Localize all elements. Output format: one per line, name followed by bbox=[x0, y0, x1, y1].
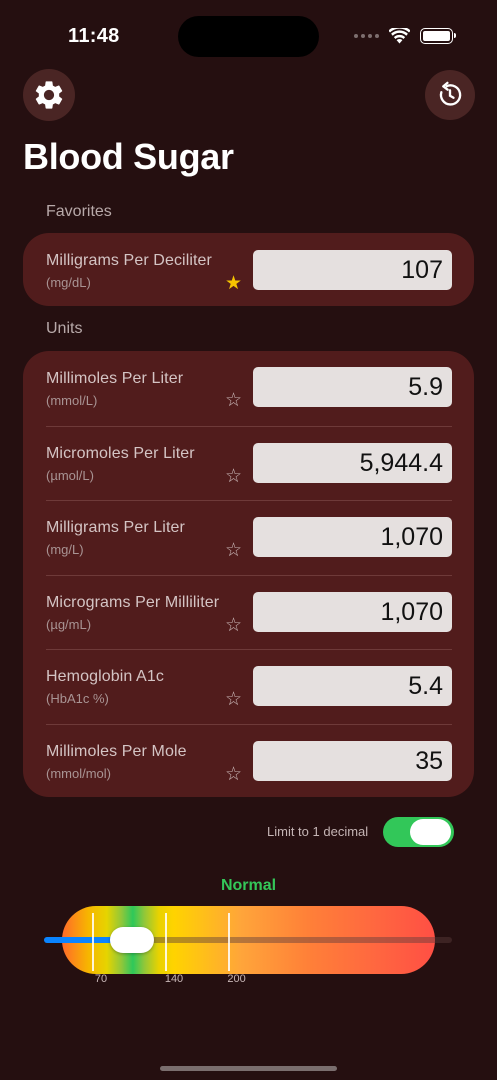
marker-line-140 bbox=[165, 913, 167, 971]
unit-row-mmol-l: Millimoles Per Liter (mmol/L) ☆ 5.9 bbox=[23, 351, 474, 426]
slider-thumb[interactable] bbox=[109, 927, 154, 953]
unit-abbreviation: (µmol/L) bbox=[46, 467, 94, 483]
unit-row-mg-dl: Milligrams Per Deciliter (mg/dL) ★ 107 bbox=[23, 233, 474, 308]
glucose-status-text: Normal bbox=[220, 877, 277, 894]
marker-line-200 bbox=[227, 913, 230, 971]
reset-button[interactable] bbox=[425, 70, 475, 120]
unit-name: Millimoles Per Liter bbox=[46, 370, 184, 387]
settings-button[interactable] bbox=[23, 69, 75, 121]
limit-decimal-label: Limit to 1 decimal bbox=[267, 824, 369, 839]
unit-row-mmol-mol: Millimoles Per Mole (mmol/mol) ☆ 35 bbox=[23, 723, 474, 799]
unit-row-umol-l: Micromoles Per Liter (µmol/L) ☆ 5,944.4 bbox=[23, 425, 474, 501]
unit-name: Hemoglobin A1c bbox=[46, 668, 164, 686]
marker-label-200: 200 bbox=[227, 973, 246, 985]
marker-label-140: 140 bbox=[164, 973, 184, 985]
unit-abbreviation: (mmol/L) bbox=[46, 393, 98, 408]
unit-abbreviation: (mmol/mol) bbox=[46, 765, 111, 781]
value-field-mg-dl[interactable]: 107 bbox=[253, 250, 452, 290]
value-field-ug-ml[interactable]: 1,070 bbox=[253, 591, 452, 632]
unit-abbreviation: (mg/dL) bbox=[46, 275, 91, 290]
blood-sugar-screen: 11:48 Blood Sugar Favorites Milligrams P… bbox=[0, 0, 497, 1080]
unit-name: Micromoles Per Liter bbox=[46, 444, 195, 462]
value-field-mmol-l[interactable]: 5.9 bbox=[253, 367, 452, 407]
unit-abbreviation: (µg/mL) bbox=[46, 616, 92, 632]
unit-name: Millimoles Per Mole bbox=[46, 742, 187, 760]
unit-name: Milligrams Per Liter bbox=[46, 519, 185, 537]
marker-label-70: 70 bbox=[94, 973, 108, 985]
unit-abbreviation: (mg/L) bbox=[46, 542, 84, 558]
status-time: 11:48 bbox=[68, 25, 120, 47]
marker-line-70 bbox=[92, 913, 94, 971]
unit-name: Milligrams Per Deciliter bbox=[46, 252, 212, 269]
favorites-section-label: Favorites bbox=[46, 203, 112, 220]
unit-row-hba1c: Hemoglobin A1c (HbA1c %) ☆ 5.4 bbox=[23, 649, 474, 724]
gear-icon bbox=[35, 81, 63, 109]
toggle-knob bbox=[410, 819, 451, 845]
page-title: Blood Sugar bbox=[23, 136, 234, 177]
limit-decimal-toggle[interactable] bbox=[383, 817, 454, 847]
star-outline-icon[interactable]: ☆ bbox=[225, 541, 242, 560]
unit-name: Micrograms Per Milliliter bbox=[46, 593, 220, 611]
star-outline-icon[interactable]: ☆ bbox=[225, 765, 242, 784]
star-outline-icon[interactable]: ☆ bbox=[225, 467, 242, 486]
value-field-mg-l[interactable]: 1,070 bbox=[253, 517, 452, 558]
unit-row-ug-ml: Micrograms Per Milliliter (µg/mL) ☆ 1,07… bbox=[23, 574, 474, 650]
units-section-label: Units bbox=[46, 320, 83, 337]
reset-icon bbox=[439, 81, 462, 106]
status-icons bbox=[354, 28, 456, 44]
unit-abbreviation: (HbA1c %) bbox=[46, 691, 109, 707]
star-outline-icon[interactable]: ☆ bbox=[225, 690, 242, 709]
favorites-card: Milligrams Per Deciliter (mg/dL) ★ 107 bbox=[23, 233, 474, 306]
cellular-signal-icon bbox=[354, 34, 379, 38]
unit-row-mg-l: Milligrams Per Liter (mg/L) ☆ 1,070 bbox=[23, 500, 474, 575]
star-outline-icon[interactable]: ☆ bbox=[225, 616, 242, 635]
wifi-icon bbox=[389, 28, 410, 44]
battery-icon bbox=[420, 28, 456, 44]
value-field-mmol-mol[interactable]: 35 bbox=[253, 740, 452, 781]
units-card: Millimoles Per Liter (mmol/L) ☆ 5.9 Micr… bbox=[23, 351, 474, 797]
dynamic-island bbox=[178, 16, 319, 57]
value-field-hba1c[interactable]: 5.4 bbox=[253, 666, 452, 707]
star-filled-icon[interactable]: ★ bbox=[225, 274, 242, 293]
value-field-umol-l[interactable]: 5,944.4 bbox=[253, 442, 452, 483]
home-indicator bbox=[160, 1066, 337, 1071]
star-outline-icon[interactable]: ☆ bbox=[225, 391, 242, 410]
